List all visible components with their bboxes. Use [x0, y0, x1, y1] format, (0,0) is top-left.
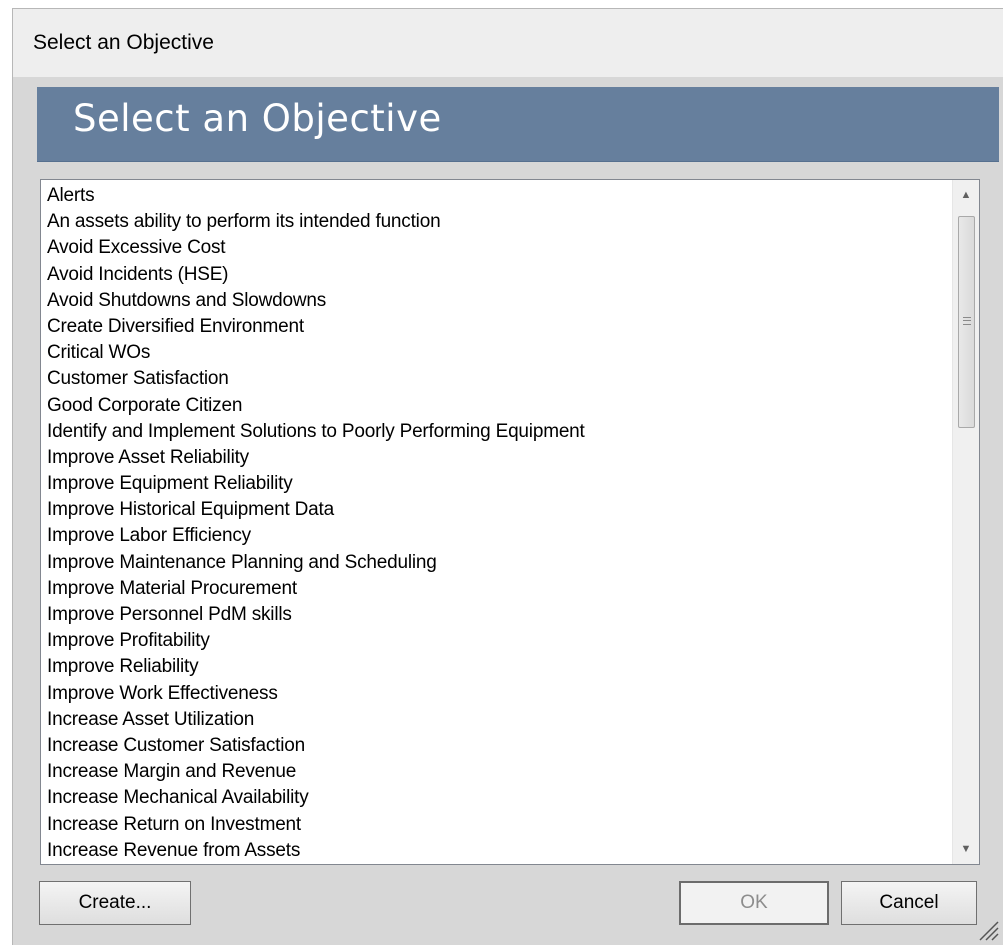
header-banner: Select an Objective [37, 87, 999, 162]
list-item[interactable]: Increase Margin and Revenue [47, 759, 951, 785]
list-item[interactable]: Improve Maintenance Planning and Schedul… [47, 550, 951, 576]
banner-heading: Select an Objective [73, 97, 442, 140]
list-item[interactable]: Increase Revenue from Assets [47, 838, 951, 864]
grip-lines-icon [963, 317, 971, 325]
list-item[interactable]: Create Diversified Environment [47, 314, 951, 340]
list-item[interactable]: Critical WOs [47, 340, 951, 366]
chevron-down-icon[interactable]: ▼ [953, 836, 979, 862]
ok-button[interactable]: OK [679, 881, 829, 925]
objectives-list-items: Alerts An assets ability to perform its i… [47, 183, 951, 864]
scrollbar-thumb[interactable] [958, 216, 975, 428]
list-item[interactable]: Improve Historical Equipment Data [47, 497, 951, 523]
list-item[interactable]: Increase Customer Satisfaction [47, 733, 951, 759]
list-item[interactable]: Improve Equipment Reliability [47, 471, 951, 497]
list-item[interactable]: Improve Material Procurement [47, 576, 951, 602]
list-item[interactable]: Increase Return on Investment [47, 812, 951, 838]
list-item[interactable]: Increase Mechanical Availability [47, 785, 951, 811]
window-title: Select an Objective [33, 31, 214, 54]
list-item[interactable]: Avoid Incidents (HSE) [47, 262, 951, 288]
list-item[interactable]: Identify and Implement Solutions to Poor… [47, 419, 951, 445]
objectives-list[interactable]: Alerts An assets ability to perform its i… [40, 179, 980, 865]
create-button[interactable]: Create... [39, 881, 191, 925]
cancel-button[interactable]: Cancel [841, 881, 977, 925]
list-item[interactable]: Improve Labor Efficiency [47, 523, 951, 549]
dialog-body: Select an Objective Alerts An assets abil… [13, 77, 1003, 945]
list-item[interactable]: Improve Reliability [47, 654, 951, 680]
list-item[interactable]: Improve Asset Reliability [47, 445, 951, 471]
list-item[interactable]: Avoid Excessive Cost [47, 235, 951, 261]
list-item[interactable]: Good Corporate Citizen [47, 393, 951, 419]
list-item[interactable]: Customer Satisfaction [47, 366, 951, 392]
resize-grip-icon[interactable] [977, 919, 999, 941]
list-item[interactable]: An assets ability to perform its intende… [47, 209, 951, 235]
select-objective-dialog: Select an Objective Select an Objective … [12, 8, 1003, 945]
vertical-scrollbar[interactable]: ▲ ▼ [952, 180, 979, 864]
list-item[interactable]: Increase Asset Utilization [47, 707, 951, 733]
list-item[interactable]: Avoid Shutdowns and Slowdowns [47, 288, 951, 314]
title-bar[interactable]: Select an Objective [13, 9, 1003, 77]
list-item[interactable]: Alerts [47, 183, 951, 209]
list-item[interactable]: Improve Personnel PdM skills [47, 602, 951, 628]
chevron-up-icon[interactable]: ▲ [953, 182, 979, 208]
list-item[interactable]: Improve Profitability [47, 628, 951, 654]
list-item[interactable]: Improve Work Effectiveness [47, 681, 951, 707]
